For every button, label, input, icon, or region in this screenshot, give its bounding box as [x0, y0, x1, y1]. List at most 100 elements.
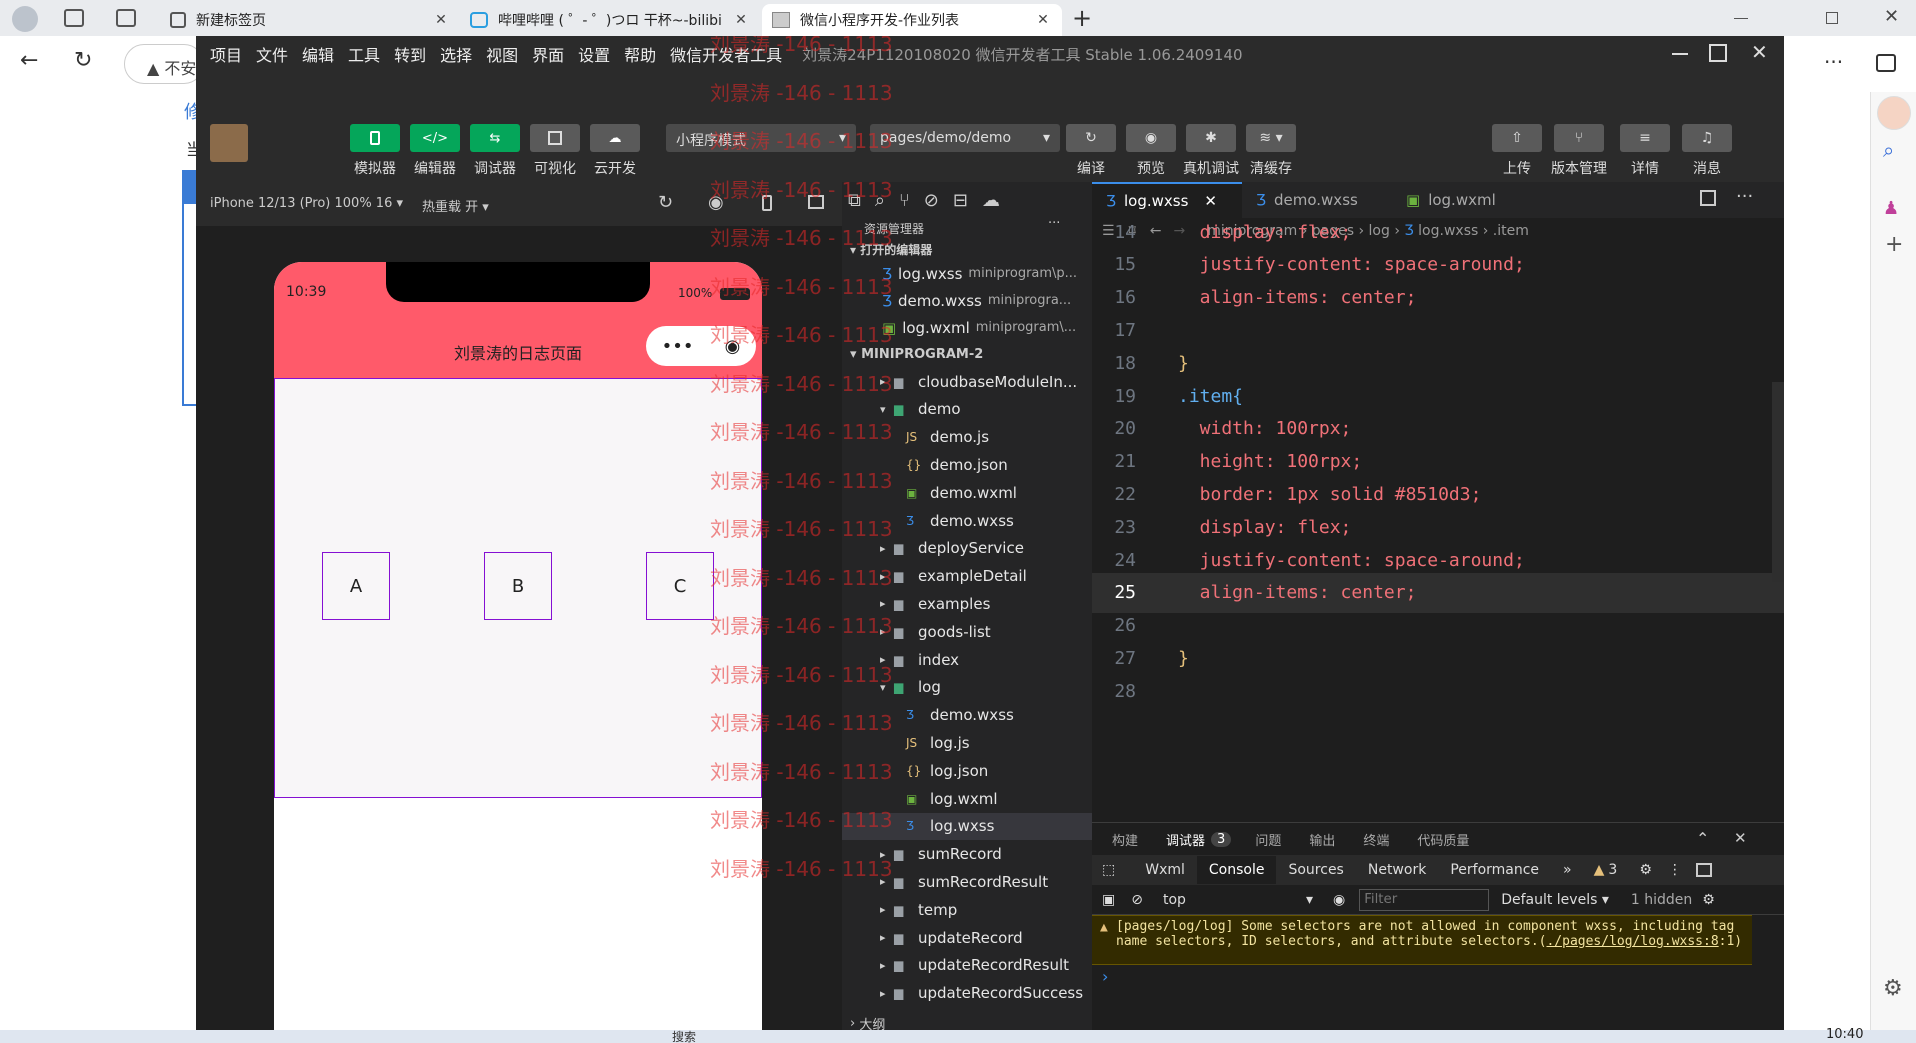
- close-icon[interactable]: ✕: [1734, 829, 1747, 847]
- menu-select[interactable]: 选择: [440, 42, 472, 66]
- tree-item[interactable]: Ʒdemo.wxss: [842, 507, 1092, 534]
- gear-icon[interactable]: ⚙: [1702, 892, 1715, 908]
- capsule-menu[interactable]: ••• ◉: [646, 326, 756, 366]
- chevron-up-icon[interactable]: ⌃: [1696, 829, 1709, 848]
- chevron-right-icon[interactable]: ▸: [880, 931, 894, 944]
- menu-interface[interactable]: 界面: [532, 42, 564, 66]
- debug-icon[interactable]: ⊘: [924, 190, 953, 211]
- close-target-icon[interactable]: ◉: [725, 336, 741, 357]
- chevron-right-icon[interactable]: ▸: [880, 625, 894, 638]
- minimize-icon[interactable]: [1672, 53, 1688, 55]
- tab-debugger[interactable]: 调试器: [1166, 830, 1205, 849]
- messages-button[interactable]: ♫: [1682, 124, 1732, 152]
- close-icon[interactable]: ✕: [432, 12, 450, 28]
- tab-actions-icon[interactable]: [116, 9, 136, 27]
- chevron-right-icon[interactable]: ▸: [880, 570, 894, 583]
- menu-view[interactable]: 视图: [486, 42, 518, 66]
- more-menu-button[interactable]: ···: [1824, 50, 1843, 74]
- people-icon[interactable]: ♟: [1883, 198, 1899, 219]
- chevron-right-icon[interactable]: ▸: [880, 653, 894, 666]
- warning-link[interactable]: ./pages/log/log.wxss:8: [1546, 934, 1718, 949]
- menu-wechat-devtools[interactable]: 微信开发者工具: [670, 42, 782, 66]
- sidebar-icon[interactable]: ▣: [1102, 892, 1115, 908]
- branch-icon[interactable]: ⑂: [899, 190, 924, 211]
- chevron-right-icon[interactable]: ▸: [880, 903, 894, 916]
- search-label[interactable]: 搜索: [672, 1028, 696, 1043]
- close-icon[interactable]: ✕: [732, 12, 750, 28]
- tab-wxml[interactable]: Wxml: [1133, 862, 1197, 878]
- tree-item[interactable]: {} demo.json: [842, 451, 1092, 478]
- open-file[interactable]: Ʒlog.wxss miniprogram\p...: [842, 260, 1092, 287]
- tree-item[interactable]: ▣ log.wxml: [842, 785, 1092, 812]
- chevron-down-icon[interactable]: ▾: [880, 403, 894, 416]
- context-select[interactable]: top ▾: [1163, 892, 1323, 908]
- gear-icon[interactable]: ⚙: [1639, 862, 1652, 878]
- tree-item[interactable]: ▸ ▆ updateRecord: [842, 924, 1092, 951]
- chevron-down-icon[interactable]: ▾: [880, 681, 894, 694]
- menu-edit[interactable]: 编辑: [302, 42, 334, 66]
- tree-item[interactable]: {} log.json: [842, 757, 1092, 784]
- tree-item[interactable]: ▸ ▆ examples: [842, 590, 1092, 617]
- mode-select[interactable]: 小程序模式 ▾: [666, 124, 856, 152]
- code-area[interactable]: 14 display: flex; 15 justify-content: spa…: [1092, 222, 1784, 822]
- tree-item[interactable]: ▸ ▆ updateRecordResult: [842, 952, 1092, 979]
- chevron-right-icon[interactable]: ▸: [880, 959, 894, 972]
- tree-item[interactable]: ▾ ▆ demo: [842, 396, 1092, 423]
- search-icon[interactable]: ⌕: [875, 190, 899, 211]
- menu-file[interactable]: 文件: [256, 42, 288, 66]
- more-tabs[interactable]: »: [1551, 862, 1584, 878]
- open-file[interactable]: ▣ log.wxml miniprogram\...: [842, 314, 1092, 341]
- simulator-button[interactable]: [350, 124, 400, 152]
- warning-count[interactable]: 3: [1608, 862, 1617, 878]
- search-icon[interactable]: ⌕: [1883, 138, 1894, 162]
- refresh-icon[interactable]: ↻: [658, 192, 673, 213]
- close-icon[interactable]: ✕: [1751, 40, 1768, 64]
- maximize-icon[interactable]: [1709, 44, 1727, 62]
- close-icon[interactable]: ✕: [1034, 12, 1052, 28]
- tree-item[interactable]: Ʒlog.wxss: [842, 812, 1092, 840]
- eye-icon[interactable]: ◉: [1333, 892, 1345, 908]
- cloud-icon[interactable]: ☁: [982, 190, 1014, 211]
- phone-icon[interactable]: [762, 195, 772, 211]
- code-line[interactable]: 28: [1092, 671, 1784, 711]
- hotreload-toggle[interactable]: 热重载 开 ▾: [422, 196, 489, 215]
- levels-select[interactable]: Default levels ▾: [1501, 892, 1609, 908]
- version-button[interactable]: ⑂: [1554, 124, 1604, 152]
- cloud-button[interactable]: ☁: [590, 124, 640, 152]
- files-icon[interactable]: ⧉: [848, 190, 875, 211]
- tree-item[interactable]: ▸ ▆ index: [842, 646, 1092, 673]
- open-file[interactable]: Ʒdemo.wxss miniprogra...: [842, 287, 1092, 314]
- browser-tab-homework[interactable]: 微信小程序开发-作业列表 ✕: [762, 4, 1062, 36]
- address-bar[interactable]: ▲ 不安: [124, 44, 204, 84]
- root-folder-header[interactable]: ▾ MINIPROGRAM-2: [842, 341, 1092, 368]
- popout-icon[interactable]: [808, 195, 824, 209]
- add-icon[interactable]: +: [1885, 232, 1903, 257]
- tree-item[interactable]: ▸ ▆ sumRecord: [842, 841, 1092, 868]
- tree-item[interactable]: JS demo.js: [842, 424, 1092, 451]
- tab-terminal[interactable]: 终端: [1363, 830, 1389, 849]
- tree-item[interactable]: ▾ ▆ log: [842, 674, 1092, 701]
- chevron-right-icon[interactable]: ▸: [880, 875, 894, 888]
- tree-item[interactable]: ▸ ▆ temp: [842, 896, 1092, 923]
- chevron-right-icon[interactable]: ▸: [880, 375, 894, 388]
- split-editor-icon[interactable]: [1700, 190, 1716, 206]
- menu-help[interactable]: 帮助: [624, 42, 656, 66]
- tree-item[interactable]: Ʒdemo.wxss: [842, 702, 1092, 729]
- tab-code-quality[interactable]: 代码质量: [1417, 830, 1469, 849]
- minimize-icon[interactable]: [1734, 18, 1748, 19]
- menu-settings[interactable]: 设置: [578, 42, 610, 66]
- menu-project[interactable]: 项目: [210, 42, 242, 66]
- tree-item[interactable]: ▸ ▆ exampleDetail: [842, 563, 1092, 590]
- console-prompt[interactable]: ›: [1102, 967, 1108, 986]
- details-button[interactable]: ≡: [1620, 124, 1670, 152]
- extensions-icon[interactable]: ⊟: [953, 190, 982, 211]
- inspect-icon[interactable]: ⬚: [1102, 862, 1115, 878]
- explorer-more[interactable]: ···: [1048, 216, 1060, 231]
- compile-button[interactable]: ↻: [1066, 124, 1116, 152]
- kebab-icon[interactable]: ⋮: [1668, 862, 1682, 878]
- tree-item[interactable]: ▸ ▆ sumRecordResult: [842, 868, 1092, 895]
- chevron-right-icon[interactable]: ▸: [880, 987, 894, 1000]
- tab-performance[interactable]: Performance: [1438, 862, 1551, 878]
- undock-icon[interactable]: [1695, 863, 1712, 877]
- tree-item[interactable]: ▸ ▆ cloudbaseModuleIn...: [842, 368, 1092, 395]
